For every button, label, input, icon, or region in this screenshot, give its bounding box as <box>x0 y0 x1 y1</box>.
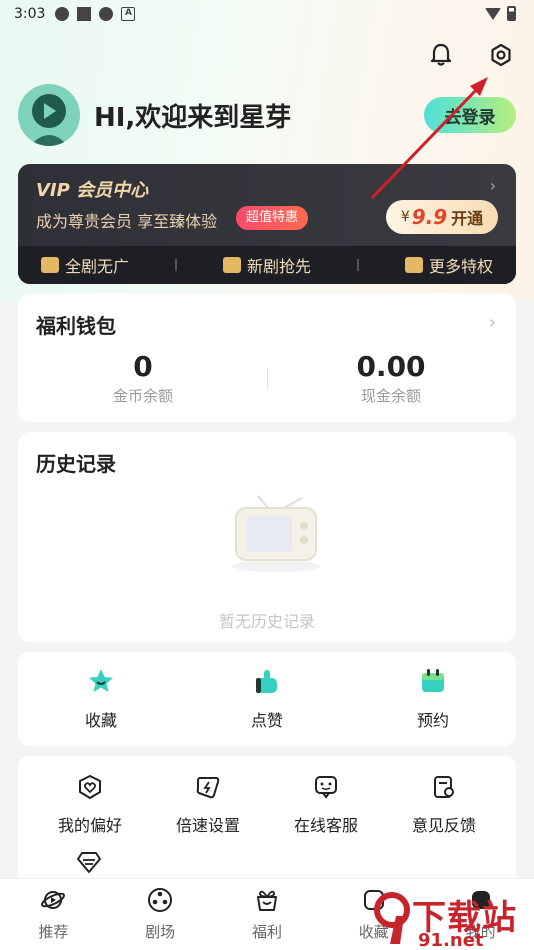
speed-settings-button[interactable]: 倍速设置 <box>149 774 267 836</box>
perk-label: 全剧无广 <box>64 257 129 276</box>
vip-subtitle: 成为尊贵会员 享至臻体验 <box>36 212 218 231</box>
customer-service-label: 在线客服 <box>293 816 358 835</box>
settings-card: 我的偏好 倍速设置 在线客服 意见反馈 <box>18 756 516 890</box>
chevron-right-icon: › <box>489 176 496 195</box>
nav-recommend[interactable]: 推荐 <box>0 887 106 942</box>
wallet-card[interactable]: 福利钱包 › 0 金币余额 0.00 现金余额 <box>18 294 516 422</box>
status-time: 3:03 <box>14 6 46 22</box>
vip-center-card[interactable]: VIP 会员中心 成为尊贵会员 享至臻体验 超值特惠 › ¥ 9.9 开通 全剧… <box>18 164 516 284</box>
cash-label: 现金余额 <box>360 387 421 405</box>
favorites-button[interactable]: 收藏 <box>41 667 161 731</box>
reservations-button[interactable]: 预约 <box>373 667 493 731</box>
preferences-button[interactable]: 我的偏好 <box>31 774 149 836</box>
nav-label: 剧场 <box>145 923 176 941</box>
diamond-icon[interactable] <box>76 850 102 874</box>
heart-shield-icon <box>79 775 101 799</box>
divider <box>174 259 177 271</box>
speed-settings-label: 倍速设置 <box>175 816 240 835</box>
perk-label: 新剧抢先 <box>246 257 311 276</box>
planet-icon <box>41 891 66 909</box>
vip-open-label: 开通 <box>451 209 484 228</box>
site-watermark: 下载站 91.net <box>370 888 530 950</box>
favorites-label: 收藏 <box>84 711 117 730</box>
greeting-text: HI,欢迎来到星芽 <box>94 102 292 133</box>
empty-history-text: 暂无历史记录 <box>218 612 315 631</box>
watermark-logo <box>374 892 410 944</box>
login-button[interactable]: 去登录 <box>424 97 516 133</box>
calendar-icon <box>422 669 444 692</box>
gift-icon <box>256 890 277 911</box>
app-notification-icon <box>77 7 92 21</box>
watermark-domain: 91.net <box>418 930 484 950</box>
wallet-title: 福利钱包 <box>36 314 116 338</box>
status-bar: 3:03 A <box>0 0 534 28</box>
a-notification-icon: A <box>121 7 136 21</box>
preferences-label: 我的偏好 <box>57 816 122 835</box>
app-notification-icon <box>99 7 114 21</box>
perk-label: 更多特权 <box>428 257 493 276</box>
perk-more: 更多特权 <box>404 253 493 277</box>
divider <box>356 259 359 271</box>
cash-balance[interactable]: 0.00 现金余额 <box>306 350 476 406</box>
nav-label: 推荐 <box>38 923 69 941</box>
ad-icon <box>40 257 59 273</box>
coins-balance[interactable]: 0 金币余额 <box>58 350 228 406</box>
feedback-label: 意见反馈 <box>411 816 476 835</box>
vip-title: VIP 会员中心 <box>36 180 149 201</box>
feedback-icon <box>434 776 454 798</box>
status-indicators <box>485 6 516 21</box>
crown-icon <box>404 257 423 273</box>
nav-welfare[interactable]: 福利 <box>214 887 320 942</box>
app-notification-icon <box>55 7 70 21</box>
divider <box>267 368 268 390</box>
vip-perks-bar: 全剧无广 新剧抢先 更多特权 <box>18 246 516 284</box>
tv-icon <box>222 257 241 273</box>
chevron-right-icon: › <box>488 312 496 333</box>
coins-label: 金币余额 <box>112 387 173 405</box>
star-icon <box>89 669 113 692</box>
vip-price: 9.9 <box>411 205 448 229</box>
empty-tv-illustration <box>232 495 320 572</box>
settings-icon[interactable] <box>486 40 516 70</box>
likes-label: 点赞 <box>250 711 283 730</box>
nav-label: 福利 <box>251 923 282 941</box>
header-actions <box>426 40 516 70</box>
avatar[interactable] <box>18 84 80 146</box>
cash-value: 0.00 <box>356 350 426 383</box>
vip-open-button[interactable]: ¥ 9.9 开通 <box>386 200 498 234</box>
currency-symbol: ¥ <box>400 209 410 225</box>
chat-bot-icon <box>315 776 337 799</box>
settings-row: 我的偏好 倍速设置 在线客服 意见反馈 <box>18 774 516 836</box>
thumbs-up-icon <box>256 670 277 693</box>
wifi-icon <box>485 7 501 20</box>
history-title: 历史记录 <box>36 452 116 476</box>
vip-discount-badge: 超值特惠 <box>236 206 309 230</box>
reservations-label: 预约 <box>416 711 449 730</box>
likes-button[interactable]: 点赞 <box>207 667 327 731</box>
feedback-button[interactable]: 意见反馈 <box>385 774 503 836</box>
bell-icon[interactable] <box>426 40 456 70</box>
nav-theater[interactable]: 剧场 <box>107 887 213 942</box>
quick-actions-card: 收藏 点赞 预约 <box>18 652 516 746</box>
customer-service-button[interactable]: 在线客服 <box>267 774 385 836</box>
perk-no-ads: 全剧无广 <box>40 253 129 277</box>
battery-icon <box>507 6 516 21</box>
history-card: 历史记录 暂无历史记录 <box>18 432 516 642</box>
coins-value: 0 <box>133 350 153 383</box>
speed-icon <box>196 777 220 799</box>
perk-new-first: 新剧抢先 <box>222 253 311 277</box>
film-reel-icon <box>148 888 173 912</box>
profile-header[interactable]: HI,欢迎来到星芽 <box>18 84 291 146</box>
